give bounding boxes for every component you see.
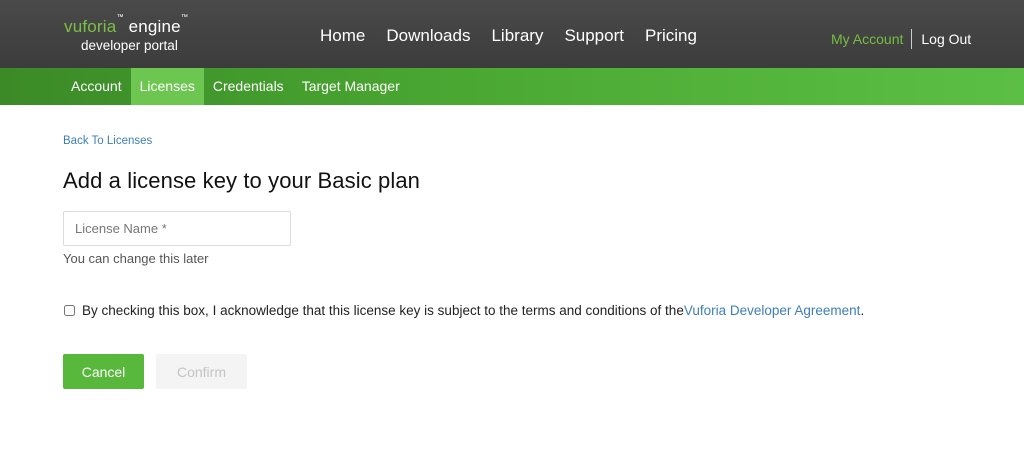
vuforia-logo[interactable]: vuforia™ engine™ developer portal	[64, 14, 188, 53]
log-out-link[interactable]: Log Out	[921, 30, 971, 48]
logo-wordmark: vuforia™ engine™	[64, 14, 188, 36]
top-header: vuforia™ engine™ developer portal Home D…	[0, 0, 1024, 68]
back-to-licenses-link[interactable]: Back To Licenses	[63, 135, 152, 147]
agreement-row: By checking this box, I acknowledge that…	[63, 303, 864, 318]
logo-trademark: ™	[116, 14, 124, 22]
nav-home[interactable]: Home	[320, 26, 365, 46]
main-nav: Home Downloads Library Support Pricing	[320, 26, 718, 46]
nav-support[interactable]: Support	[564, 26, 624, 46]
cancel-button[interactable]: Cancel	[63, 354, 144, 389]
subnav-credentials[interactable]: Credentials	[204, 68, 293, 105]
page-title: Add a license key to your Basic plan	[63, 168, 421, 193]
nav-library[interactable]: Library	[491, 26, 543, 46]
developer-agreement-link[interactable]: Vuforia Developer Agreement	[684, 303, 861, 318]
agreement-checkbox[interactable]	[64, 305, 75, 316]
agreement-period: .	[860, 303, 865, 318]
license-name-helper: You can change this later	[63, 251, 209, 266]
sub-nav: Account Licenses Credentials Target Mana…	[0, 68, 1024, 105]
subnav-account[interactable]: Account	[62, 68, 131, 105]
sub-nav-items: Account Licenses Credentials Target Mana…	[62, 68, 409, 105]
logo-trademark-2: ™	[180, 14, 189, 22]
logo-product: engine	[128, 17, 181, 36]
account-links: My Account Log Out	[831, 29, 971, 49]
my-account-link[interactable]: My Account	[831, 30, 903, 48]
logo-subtitle: developer portal	[81, 38, 178, 53]
nav-pricing[interactable]: Pricing	[645, 26, 697, 46]
agreement-text: By checking this box, I acknowledge that…	[82, 303, 684, 318]
license-name-input[interactable]	[63, 211, 291, 246]
confirm-button[interactable]: Confirm	[156, 354, 247, 389]
logo-brand: vuforia	[64, 17, 117, 36]
nav-downloads[interactable]: Downloads	[386, 26, 470, 46]
subnav-target-manager[interactable]: Target Manager	[293, 68, 409, 105]
account-divider	[911, 29, 913, 49]
subnav-licenses[interactable]: Licenses	[130, 68, 204, 105]
